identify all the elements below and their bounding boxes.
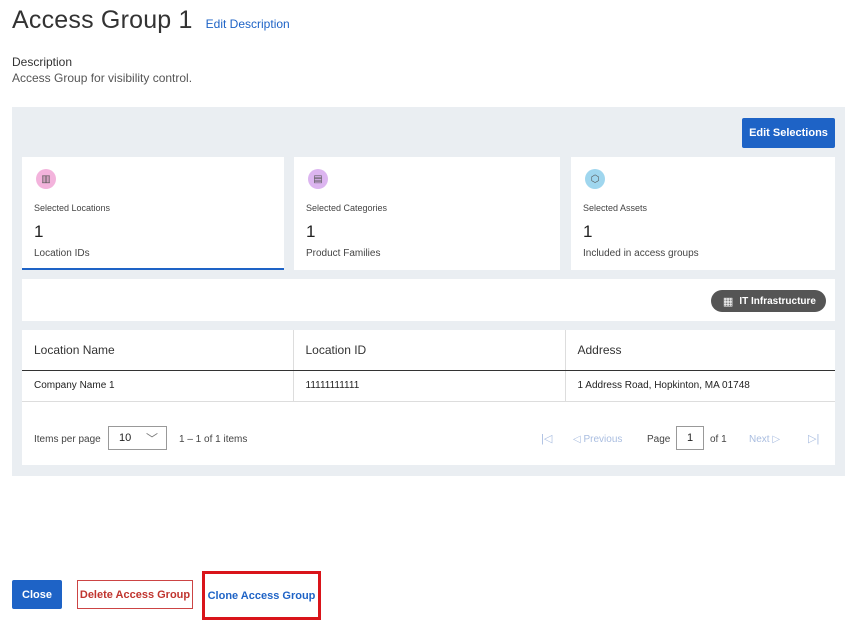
- total-pages: of 1: [710, 434, 727, 445]
- items-range: 1 – 1 of 1 items: [179, 434, 248, 445]
- edit-description-link[interactable]: Edit Description: [206, 17, 290, 31]
- pagination: Items per page 10 ﹀ 1 – 1 of 1 items |◁ …: [22, 424, 835, 454]
- cell-location-name: Company Name 1: [22, 370, 293, 402]
- table-header-row: Location Name Location ID Address: [22, 330, 835, 371]
- category-icon: ▤: [308, 169, 328, 189]
- chevron-down-icon: ﹀: [145, 432, 158, 446]
- cell-address: 1 Address Road, Hopkinton, MA 01748: [564, 370, 835, 402]
- card-label: Selected Locations: [34, 203, 111, 213]
- card-sub: Included in access groups: [583, 248, 699, 259]
- selections-panel: Edit Selections ▥ Selected Locations 1 L…: [12, 107, 845, 476]
- column-header-address[interactable]: Address: [564, 330, 835, 371]
- next-page-button[interactable]: Next ▷: [749, 434, 780, 445]
- last-page-icon[interactable]: ▷|: [808, 432, 819, 445]
- clone-access-group-button[interactable]: Clone Access Group: [202, 571, 321, 620]
- cube-icon: ⬡: [585, 169, 605, 189]
- items-per-page-select[interactable]: 10 ﹀: [108, 426, 167, 450]
- card-selected-assets[interactable]: ⬡ Selected Assets 1 Included in access g…: [571, 157, 835, 270]
- tag-strip: ▦ IT Infrastructure: [22, 279, 835, 321]
- tag-label: IT Infrastructure: [739, 295, 816, 307]
- previous-label: Previous: [583, 434, 623, 445]
- description-text: Access Group for visibility control.: [12, 71, 193, 85]
- next-label: Next: [749, 434, 770, 445]
- card-count: 1: [583, 222, 593, 241]
- card-count: 1: [306, 222, 316, 241]
- items-per-page-value: 10: [119, 432, 132, 444]
- previous-page-button[interactable]: ◁ Previous: [573, 434, 622, 445]
- column-header-location-name[interactable]: Location Name: [22, 330, 293, 371]
- card-label: Selected Categories: [306, 203, 388, 213]
- card-selected-locations[interactable]: ▥ Selected Locations 1 Location IDs: [22, 157, 284, 270]
- building-icon: ▥: [36, 169, 56, 189]
- page-title: Access Group 1: [12, 6, 193, 34]
- server-icon: ▦: [722, 295, 734, 308]
- locations-table-container: Location Name Location ID Address Compan…: [22, 330, 835, 465]
- cell-location-id: 11111111111: [292, 370, 565, 402]
- page-number-input[interactable]: 1: [676, 426, 704, 450]
- card-sub: Location IDs: [34, 248, 90, 259]
- first-page-icon[interactable]: |◁: [541, 432, 552, 445]
- card-label: Selected Assets: [583, 203, 648, 213]
- close-button[interactable]: Close: [12, 580, 62, 609]
- description-label: Description: [12, 55, 73, 69]
- column-header-location-id[interactable]: Location ID: [292, 330, 565, 371]
- edit-selections-button[interactable]: Edit Selections: [742, 118, 835, 148]
- title-row: Access Group 1 Edit Description: [12, 6, 290, 35]
- card-count: 1: [34, 222, 44, 241]
- category-tag[interactable]: ▦ IT Infrastructure: [710, 290, 826, 312]
- card-sub: Product Families: [306, 248, 381, 259]
- card-selected-categories[interactable]: ▤ Selected Categories 1 Product Families: [294, 157, 560, 270]
- items-per-page-label: Items per page: [34, 434, 101, 445]
- delete-access-group-button[interactable]: Delete Access Group: [77, 580, 193, 609]
- table-row[interactable]: Company Name 1 11111111111 1 Address Roa…: [22, 370, 835, 402]
- page-label: Page: [647, 434, 671, 445]
- locations-table: Location Name Location ID Address Compan…: [22, 330, 835, 402]
